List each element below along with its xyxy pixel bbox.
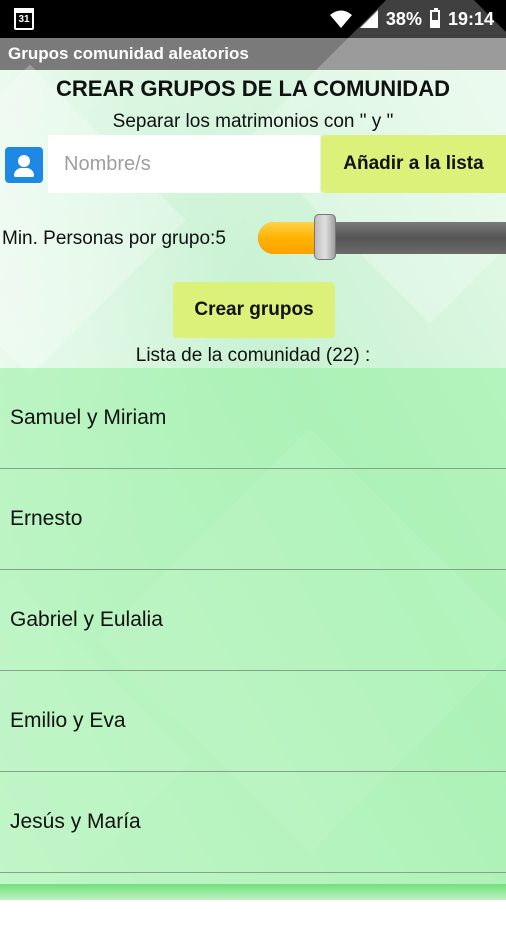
list-item[interactable]: Jesús y María (0, 772, 506, 873)
community-list-label: Lista de la comunidad (22) : (135, 345, 371, 366)
page-subtitle: Separar los matrimonios con " y " (112, 111, 394, 132)
community-list[interactable]: Samuel y Miriam Ernesto Gabriel y Eulalia E… (0, 368, 506, 884)
list-item[interactable]: Gabriel y Eulalia (0, 570, 506, 671)
list-item[interactable]: Samuel y Miriam (0, 368, 506, 469)
bottom-edge (0, 884, 506, 900)
name-input[interactable] (48, 135, 320, 193)
min-persons-label: Min. Personas por grupo:5 (2, 228, 226, 249)
slider-thumb[interactable] (313, 214, 336, 260)
add-to-list-button[interactable]: Añadir a la lista (321, 135, 506, 193)
contact-picker-icon[interactable] (5, 147, 43, 183)
calendar-day: 31 (18, 14, 30, 25)
wifi-icon (329, 10, 352, 28)
create-groups-button[interactable]: Crear grupos (173, 282, 335, 338)
list-item[interactable]: Ernesto (0, 469, 506, 570)
calendar-icon: 31 (14, 8, 34, 30)
list-item[interactable]: Emilio y Eva (0, 671, 506, 772)
page-title: CREAR GRUPOS DE LA COMUNIDAD (56, 76, 450, 101)
